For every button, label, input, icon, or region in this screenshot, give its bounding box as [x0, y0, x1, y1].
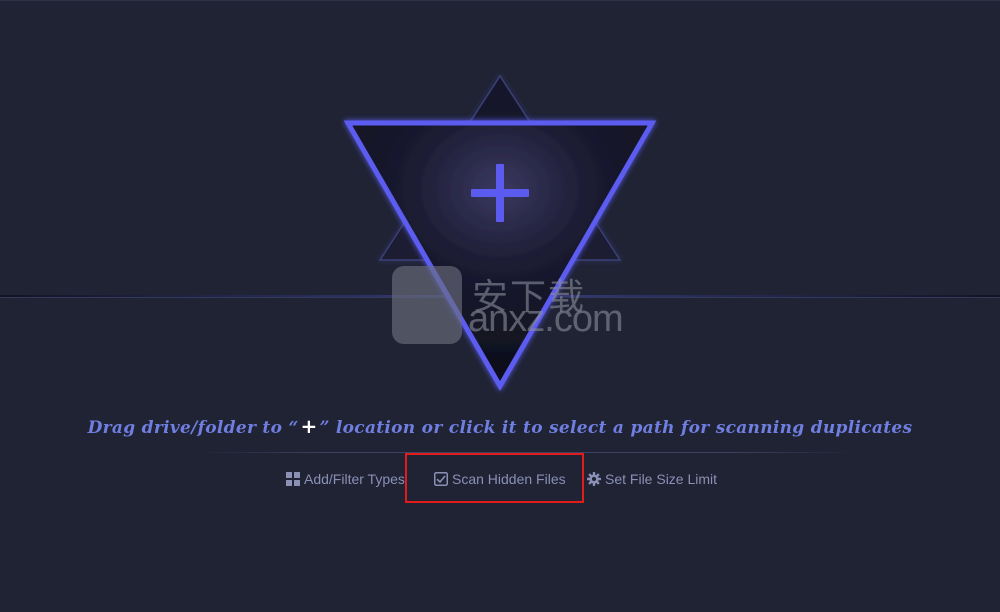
caption-plus: + — [300, 414, 318, 438]
highlight-annotation-box — [405, 453, 584, 503]
watermark: 安下载 anxz.com — [390, 262, 624, 346]
caption-before: Drag drive/folder to “ — [87, 418, 299, 438]
watermark-domain: anxz.com — [468, 298, 624, 340]
add-path-drop-target[interactable] — [330, 60, 670, 400]
add-filter-types-button[interactable]: Add/Filter Types — [286, 470, 405, 488]
instruction-caption: Drag drive/folder to “+” location or cli… — [0, 414, 1000, 438]
watermark-shield-icon — [392, 266, 462, 344]
set-file-size-limit-label: Set File Size Limit — [605, 471, 718, 487]
top-border — [0, 0, 1000, 1]
grid-icon — [286, 472, 300, 486]
triangle-emblem — [343, 74, 657, 391]
caption-after: ” location or click it to select a path … — [319, 418, 913, 438]
set-file-size-limit-button[interactable]: Set File Size Limit — [587, 470, 717, 488]
gear-icon — [587, 472, 601, 486]
add-filter-types-label: Add/Filter Types — [304, 471, 405, 487]
